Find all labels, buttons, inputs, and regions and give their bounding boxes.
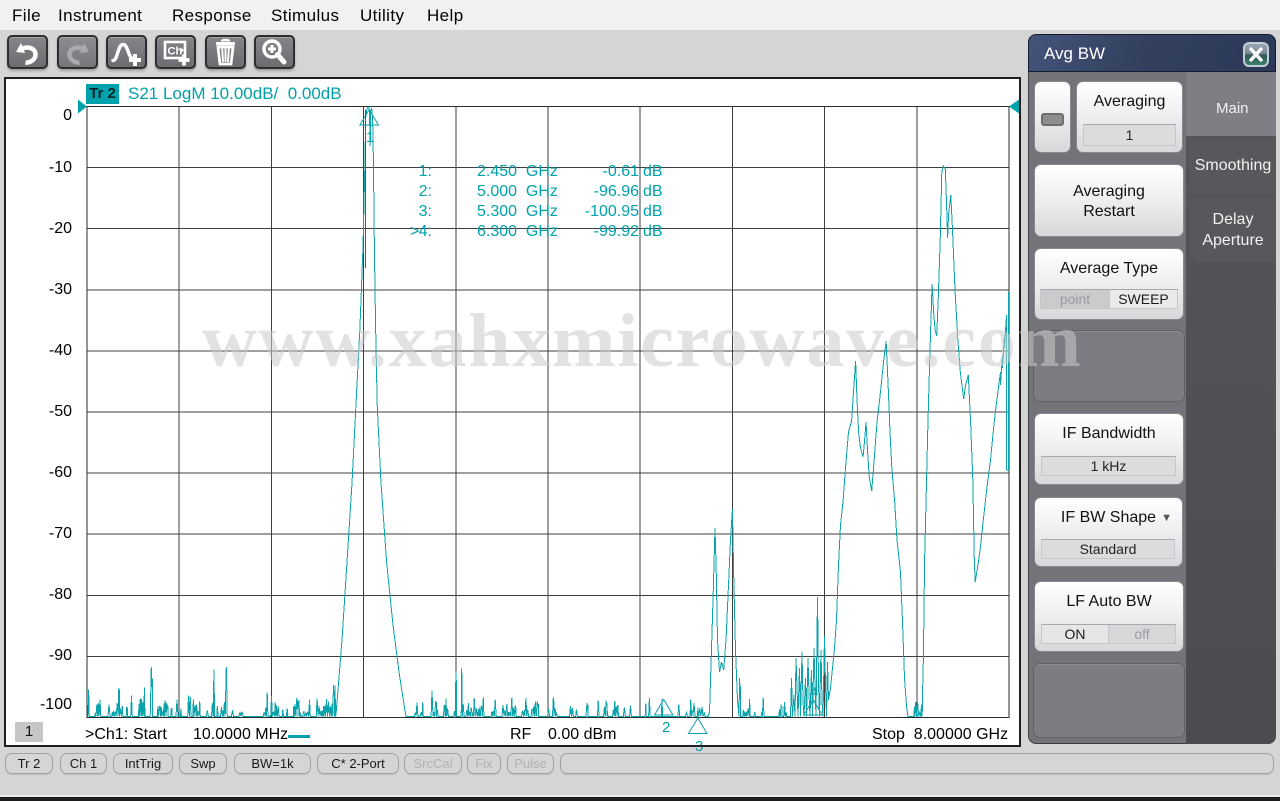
svg-text:Ch: Ch [168, 46, 183, 58]
